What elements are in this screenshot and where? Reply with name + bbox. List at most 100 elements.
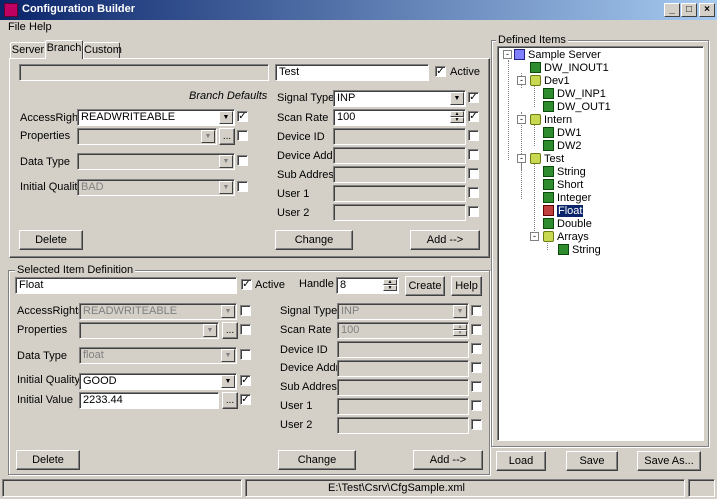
expander-icon[interactable]: - bbox=[530, 232, 539, 241]
defined-items-tree[interactable]: - Sample Server DW_INOUT1 - Dev1 DW_INP1… bbox=[497, 46, 704, 441]
sel-signal-type-checkbox[interactable] bbox=[471, 305, 482, 316]
access-rights-checkbox[interactable]: ✓ bbox=[237, 111, 248, 122]
tree-node-item[interactable]: Short bbox=[543, 178, 583, 191]
sel-scan-rate-checkbox[interactable] bbox=[471, 324, 482, 335]
sel-sub-address-checkbox[interactable] bbox=[471, 381, 482, 392]
sel-user2-checkbox[interactable] bbox=[471, 419, 482, 430]
handle-label: Handle bbox=[299, 278, 334, 290]
handle-stepper[interactable]: 8 ▲ ▼ bbox=[336, 277, 399, 294]
user1-checkbox[interactable] bbox=[468, 187, 479, 198]
tree-node-item[interactable]: Integer bbox=[543, 191, 591, 204]
sel-properties-checkbox[interactable] bbox=[240, 324, 251, 335]
sel-initial-value-ellipsis-button[interactable]: ... bbox=[222, 392, 238, 409]
properties-checkbox[interactable] bbox=[237, 130, 248, 141]
folder-icon bbox=[530, 153, 541, 164]
branch-delete-button[interactable]: Delete bbox=[19, 230, 83, 250]
selected-active-checkbox[interactable]: ✓ bbox=[241, 279, 252, 290]
close-button[interactable]: × bbox=[699, 3, 715, 17]
sel-data-type-label: Data Type bbox=[17, 350, 67, 362]
tree-node-branch[interactable]: Test bbox=[530, 152, 564, 165]
branch-name-input[interactable]: Test bbox=[275, 64, 429, 81]
access-rights-select[interactable]: READWRITEABLE ▼ bbox=[77, 109, 235, 126]
device-id-label: Device ID bbox=[277, 131, 325, 143]
chevron-down-icon[interactable]: ▼ bbox=[221, 375, 235, 388]
sel-device-addr-checkbox[interactable] bbox=[471, 362, 482, 373]
expander-icon[interactable]: - bbox=[517, 154, 526, 163]
tree-node-branch[interactable]: Intern bbox=[530, 113, 572, 126]
status-file-path: E:\Test\Csrv\CfgSample.xml bbox=[328, 482, 465, 494]
tree-node-item-selected[interactable]: Float bbox=[543, 204, 584, 217]
sel-initial-value-input[interactable]: 2233.44 bbox=[79, 392, 219, 409]
chevron-down-icon[interactable]: ▼ bbox=[450, 92, 464, 105]
tree-node-item[interactable]: DW_OUT1 bbox=[543, 100, 611, 113]
expander-icon[interactable]: - bbox=[517, 115, 526, 124]
tree-node-item[interactable]: DW1 bbox=[543, 126, 581, 139]
title-bar[interactable]: Configuration Builder _ □ × bbox=[0, 0, 717, 20]
sel-device-id-input bbox=[337, 341, 469, 358]
tree-node-item[interactable]: DW2 bbox=[543, 139, 581, 152]
selected-name-input[interactable]: Float bbox=[15, 277, 237, 294]
tab-custom[interactable]: Custom bbox=[83, 42, 122, 58]
branch-add-button[interactable]: Add --> bbox=[410, 230, 480, 250]
item-icon bbox=[543, 205, 554, 216]
spin-buttons[interactable]: ▲ ▼ bbox=[383, 279, 397, 292]
sel-properties-label: Properties bbox=[17, 324, 68, 336]
user2-checkbox[interactable] bbox=[468, 206, 479, 217]
sel-initial-value-checkbox[interactable]: ✓ bbox=[240, 394, 251, 405]
branch-change-button[interactable]: Change bbox=[275, 230, 353, 250]
tab-branch[interactable]: Branch bbox=[45, 40, 83, 59]
data-type-checkbox[interactable] bbox=[237, 155, 248, 166]
selected-delete-button[interactable]: Delete bbox=[16, 450, 80, 470]
device-addr-checkbox[interactable] bbox=[468, 149, 479, 160]
selected-add-button[interactable]: Add --> bbox=[413, 450, 483, 470]
chevron-down-icon: ▼ bbox=[219, 181, 233, 194]
save-button[interactable]: Save bbox=[566, 451, 618, 471]
chevron-down-icon: ▼ bbox=[221, 305, 235, 318]
properties-ellipsis-button[interactable]: ... bbox=[219, 128, 235, 145]
status-pane-2: E:\Test\Csrv\CfgSample.xml bbox=[245, 479, 685, 497]
sel-initial-quality-select[interactable]: GOOD ▼ bbox=[79, 373, 237, 390]
expander-icon[interactable]: - bbox=[503, 50, 512, 59]
tree-node-branch[interactable]: Dev1 bbox=[530, 74, 570, 87]
selected-change-button[interactable]: Change bbox=[278, 450, 356, 470]
sel-access-rights-checkbox[interactable] bbox=[240, 305, 251, 316]
save-as-button[interactable]: Save As... bbox=[637, 451, 701, 471]
branch-path-field bbox=[19, 64, 269, 81]
selected-item-group-label: Selected Item Definition bbox=[15, 264, 136, 276]
branch-active-checkbox[interactable]: ✓ bbox=[435, 66, 446, 77]
tree-node-item[interactable]: DW_INOUT1 bbox=[530, 61, 609, 74]
tree-node-server[interactable]: Sample Server bbox=[514, 48, 601, 61]
minimize-button[interactable]: _ bbox=[664, 3, 680, 17]
folder-icon bbox=[530, 114, 541, 125]
sel-data-type-checkbox[interactable] bbox=[240, 349, 251, 360]
scan-rate-stepper[interactable]: 100 ▲ ▼ bbox=[333, 109, 466, 126]
help-button[interactable]: Help bbox=[451, 276, 482, 296]
tree-node-item[interactable]: String bbox=[543, 165, 586, 178]
menu-file[interactable]: File bbox=[8, 21, 26, 33]
properties-label: Properties bbox=[20, 130, 71, 142]
signal-type-select[interactable]: INP ▼ bbox=[333, 90, 466, 107]
sel-device-id-checkbox[interactable] bbox=[471, 343, 482, 354]
spin-buttons[interactable]: ▲ ▼ bbox=[450, 111, 464, 124]
tree-node-item[interactable]: Double bbox=[543, 217, 592, 230]
tree-node-item[interactable]: DW_INP1 bbox=[543, 87, 606, 100]
signal-type-checkbox[interactable]: ✓ bbox=[468, 92, 479, 103]
tab-server[interactable]: Server bbox=[10, 42, 46, 58]
sub-address-checkbox[interactable] bbox=[468, 168, 479, 179]
initial-quality-checkbox[interactable] bbox=[237, 181, 248, 192]
menu-help[interactable]: Help bbox=[29, 21, 52, 33]
maximize-button[interactable]: □ bbox=[681, 3, 697, 17]
tree-node-branch[interactable]: Arrays bbox=[543, 230, 589, 243]
load-button[interactable]: Load bbox=[496, 451, 546, 471]
chevron-down-icon[interactable]: ▼ bbox=[219, 111, 233, 124]
expander-icon[interactable]: - bbox=[517, 76, 526, 85]
tree-node-item[interactable]: String bbox=[558, 243, 601, 256]
scan-rate-label: Scan Rate bbox=[277, 112, 329, 124]
scan-rate-checkbox[interactable]: ✓ bbox=[468, 111, 479, 122]
sel-initial-quality-checkbox[interactable]: ✓ bbox=[240, 375, 251, 386]
sel-user1-checkbox[interactable] bbox=[471, 400, 482, 411]
item-icon bbox=[558, 244, 569, 255]
device-id-checkbox[interactable] bbox=[468, 130, 479, 141]
create-button[interactable]: Create bbox=[405, 276, 445, 296]
sel-properties-ellipsis-button[interactable]: ... bbox=[222, 322, 238, 339]
